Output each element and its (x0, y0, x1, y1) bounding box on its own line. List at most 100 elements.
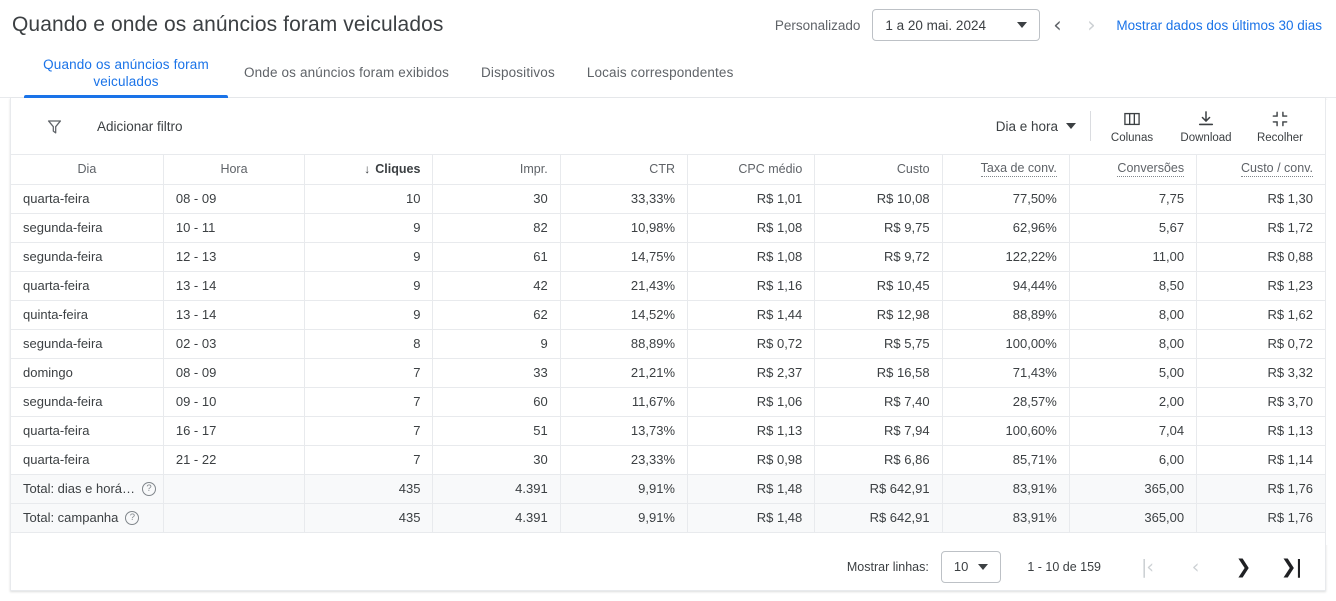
tab-label: Dispositivos (481, 65, 555, 81)
cell-total-label: Total: dias e horá… ? (11, 474, 164, 504)
cell-cliques: 10 (304, 184, 434, 214)
filter-funnel-icon[interactable] (11, 117, 97, 136)
cell-ctr: 21,43% (560, 271, 689, 301)
cell-cpc-medio: R$ 1,06 (687, 387, 816, 417)
date-range-picker[interactable]: 1 a 20 mai. 2024 (872, 9, 1041, 41)
tab-dispositivos[interactable]: Dispositivos (465, 50, 571, 97)
cell-hora: 13 - 14 (163, 271, 306, 301)
next-page-button[interactable]: ❯ (1219, 547, 1267, 587)
columns-button[interactable]: Colunas (1095, 98, 1169, 155)
col-header-cliques[interactable]: ↓ Cliques (304, 155, 434, 185)
cell-hora: 09 - 10 (163, 387, 306, 417)
tab-quando-os-anuncios-foram-veiculados[interactable]: Quando os anúncios foram veiculados (24, 50, 228, 98)
first-page-button[interactable]: |‹ (1123, 547, 1171, 587)
col-header-dia[interactable]: Dia (11, 155, 164, 185)
cell-cpc-medio: R$ 1,44 (687, 300, 816, 330)
date-next-button[interactable]: › (1074, 5, 1108, 45)
cell-impr: 61 (432, 242, 561, 272)
table-row[interactable]: quarta-feira 16 - 17 7 51 13,73% R$ 1,13… (11, 416, 1325, 446)
download-button[interactable]: Download (1169, 98, 1243, 155)
cell-taxa-de-conv: 83,91% (942, 474, 1070, 504)
cell-cliques: 435 (304, 474, 434, 504)
page-title: Quando e onde os anúncios foram veiculad… (12, 13, 444, 36)
col-header-hora[interactable]: Hora (163, 155, 306, 185)
cell-cliques: 7 (304, 445, 434, 475)
cell-hora: 08 - 09 (163, 184, 306, 214)
table-row[interactable]: quinta-feira 13 - 14 9 62 14,52% R$ 1,44… (11, 300, 1325, 330)
col-header-custo[interactable]: Custo (814, 155, 943, 185)
cell-cpc-medio: R$ 1,48 (687, 474, 816, 504)
cell-hora (163, 503, 306, 533)
cell-cpc-medio: R$ 1,08 (687, 242, 816, 272)
cell-custo: R$ 7,40 (814, 387, 943, 417)
cell-ctr: 9,91% (560, 503, 689, 533)
table-row[interactable]: segunda-feira 02 - 03 8 9 88,89% R$ 0,72… (11, 329, 1325, 359)
report-card: Adicionar filtro Dia e hora Colunas Down… (10, 98, 1326, 591)
cell-custo-conv: R$ 1,14 (1196, 445, 1325, 475)
cell-dia: segunda-feira (11, 329, 164, 359)
cell-custo-conv: R$ 1,30 (1196, 184, 1325, 214)
date-range-value: 1 a 20 mai. 2024 (885, 17, 986, 33)
cell-ctr: 23,33% (560, 445, 689, 475)
date-prev-button[interactable]: ‹ (1040, 5, 1074, 45)
cell-cpc-medio: R$ 0,72 (687, 329, 816, 359)
page-header: Quando e onde os anúncios foram veiculad… (0, 0, 1336, 50)
cell-impr: 9 (432, 329, 561, 359)
cell-conversoes: 365,00 (1069, 503, 1198, 533)
table-row[interactable]: segunda-feira 10 - 11 9 82 10,98% R$ 1,0… (11, 213, 1325, 243)
cell-dia: quinta-feira (11, 300, 164, 330)
help-circle-icon[interactable]: ? (125, 510, 140, 525)
show-last-30-days-link[interactable]: Mostrar dados dos últimos 30 dias (1116, 18, 1322, 33)
cell-custo-conv: R$ 3,70 (1196, 387, 1325, 417)
cell-custo: R$ 642,91 (814, 474, 943, 504)
cell-hora: 13 - 14 (163, 300, 306, 330)
table-toolbar: Adicionar filtro Dia e hora Colunas Down… (11, 98, 1325, 155)
table-row[interactable]: quarta-feira 08 - 09 10 30 33,33% R$ 1,0… (11, 184, 1325, 214)
tab-label: Onde os anúncios foram exibidos (244, 65, 450, 81)
table-row[interactable]: segunda-feira 09 - 10 7 60 11,67% R$ 1,0… (11, 387, 1325, 417)
tab-onde-os-anuncios-foram-exibidos[interactable]: Onde os anúncios foram exibidos (228, 50, 465, 97)
cell-total-label: Total: campanha ? (11, 503, 164, 533)
cell-cliques: 7 (304, 358, 434, 388)
col-header-impr[interactable]: Impr. (432, 155, 561, 185)
prev-page-button[interactable]: ‹ (1171, 547, 1219, 587)
cell-ctr: 9,91% (560, 474, 689, 504)
cell-cliques: 9 (304, 213, 434, 243)
tab-locais-correspondentes[interactable]: Locais correspondentes (571, 50, 750, 97)
cell-cliques: 7 (304, 416, 434, 446)
help-circle-icon[interactable]: ? (142, 481, 157, 496)
add-filter-button[interactable]: Adicionar filtro (97, 119, 183, 134)
cell-hora: 08 - 09 (163, 358, 306, 388)
cell-conversoes: 5,00 (1069, 358, 1198, 388)
col-header-taxa-de-conv[interactable]: Taxa de conv. (942, 155, 1070, 185)
cell-dia: segunda-feira (11, 242, 164, 272)
cell-conversoes: 2,00 (1069, 387, 1198, 417)
cell-dia: quarta-feira (11, 184, 164, 214)
cell-cliques: 7 (304, 387, 434, 417)
cell-taxa-de-conv: 100,60% (942, 416, 1070, 446)
cell-cliques: 9 (304, 271, 434, 301)
date-preset-label: Personalizado (774, 17, 861, 33)
cell-conversoes: 11,00 (1069, 242, 1198, 272)
table-row[interactable]: segunda-feira 12 - 13 9 61 14,75% R$ 1,0… (11, 242, 1325, 272)
col-header-conversoes[interactable]: Conversões (1069, 155, 1198, 185)
cell-dia: domingo (11, 358, 164, 388)
cell-cpc-medio: R$ 1,13 (687, 416, 816, 446)
last-page-button[interactable]: ❯| (1267, 547, 1315, 587)
cell-custo: R$ 9,72 (814, 242, 943, 272)
download-icon (1198, 110, 1214, 125)
table-row[interactable]: quarta-feira 21 - 22 7 30 23,33% R$ 0,98… (11, 445, 1325, 475)
rows-per-page-select[interactable]: 10 (940, 550, 1002, 583)
col-header-cpc-medio[interactable]: CPC médio (687, 155, 816, 185)
col-header-custo-conv[interactable]: Custo / conv. (1196, 155, 1325, 185)
cell-conversoes: 7,04 (1069, 416, 1198, 446)
table-row[interactable]: quarta-feira 13 - 14 9 42 21,43% R$ 1,16… (11, 271, 1325, 301)
col-label: Taxa de conv. (980, 161, 1057, 176)
col-header-ctr[interactable]: CTR (560, 155, 689, 185)
report-page: Quando e onde os anúncios foram veiculad… (0, 0, 1336, 601)
collapse-button[interactable]: Recolher (1243, 98, 1317, 155)
segment-dropdown[interactable]: Dia e hora (996, 119, 1090, 134)
cell-hora: 16 - 17 (163, 416, 306, 446)
table-row[interactable]: domingo 08 - 09 7 33 21,21% R$ 2,37 R$ 1… (11, 358, 1325, 388)
cell-custo: R$ 16,58 (814, 358, 943, 388)
